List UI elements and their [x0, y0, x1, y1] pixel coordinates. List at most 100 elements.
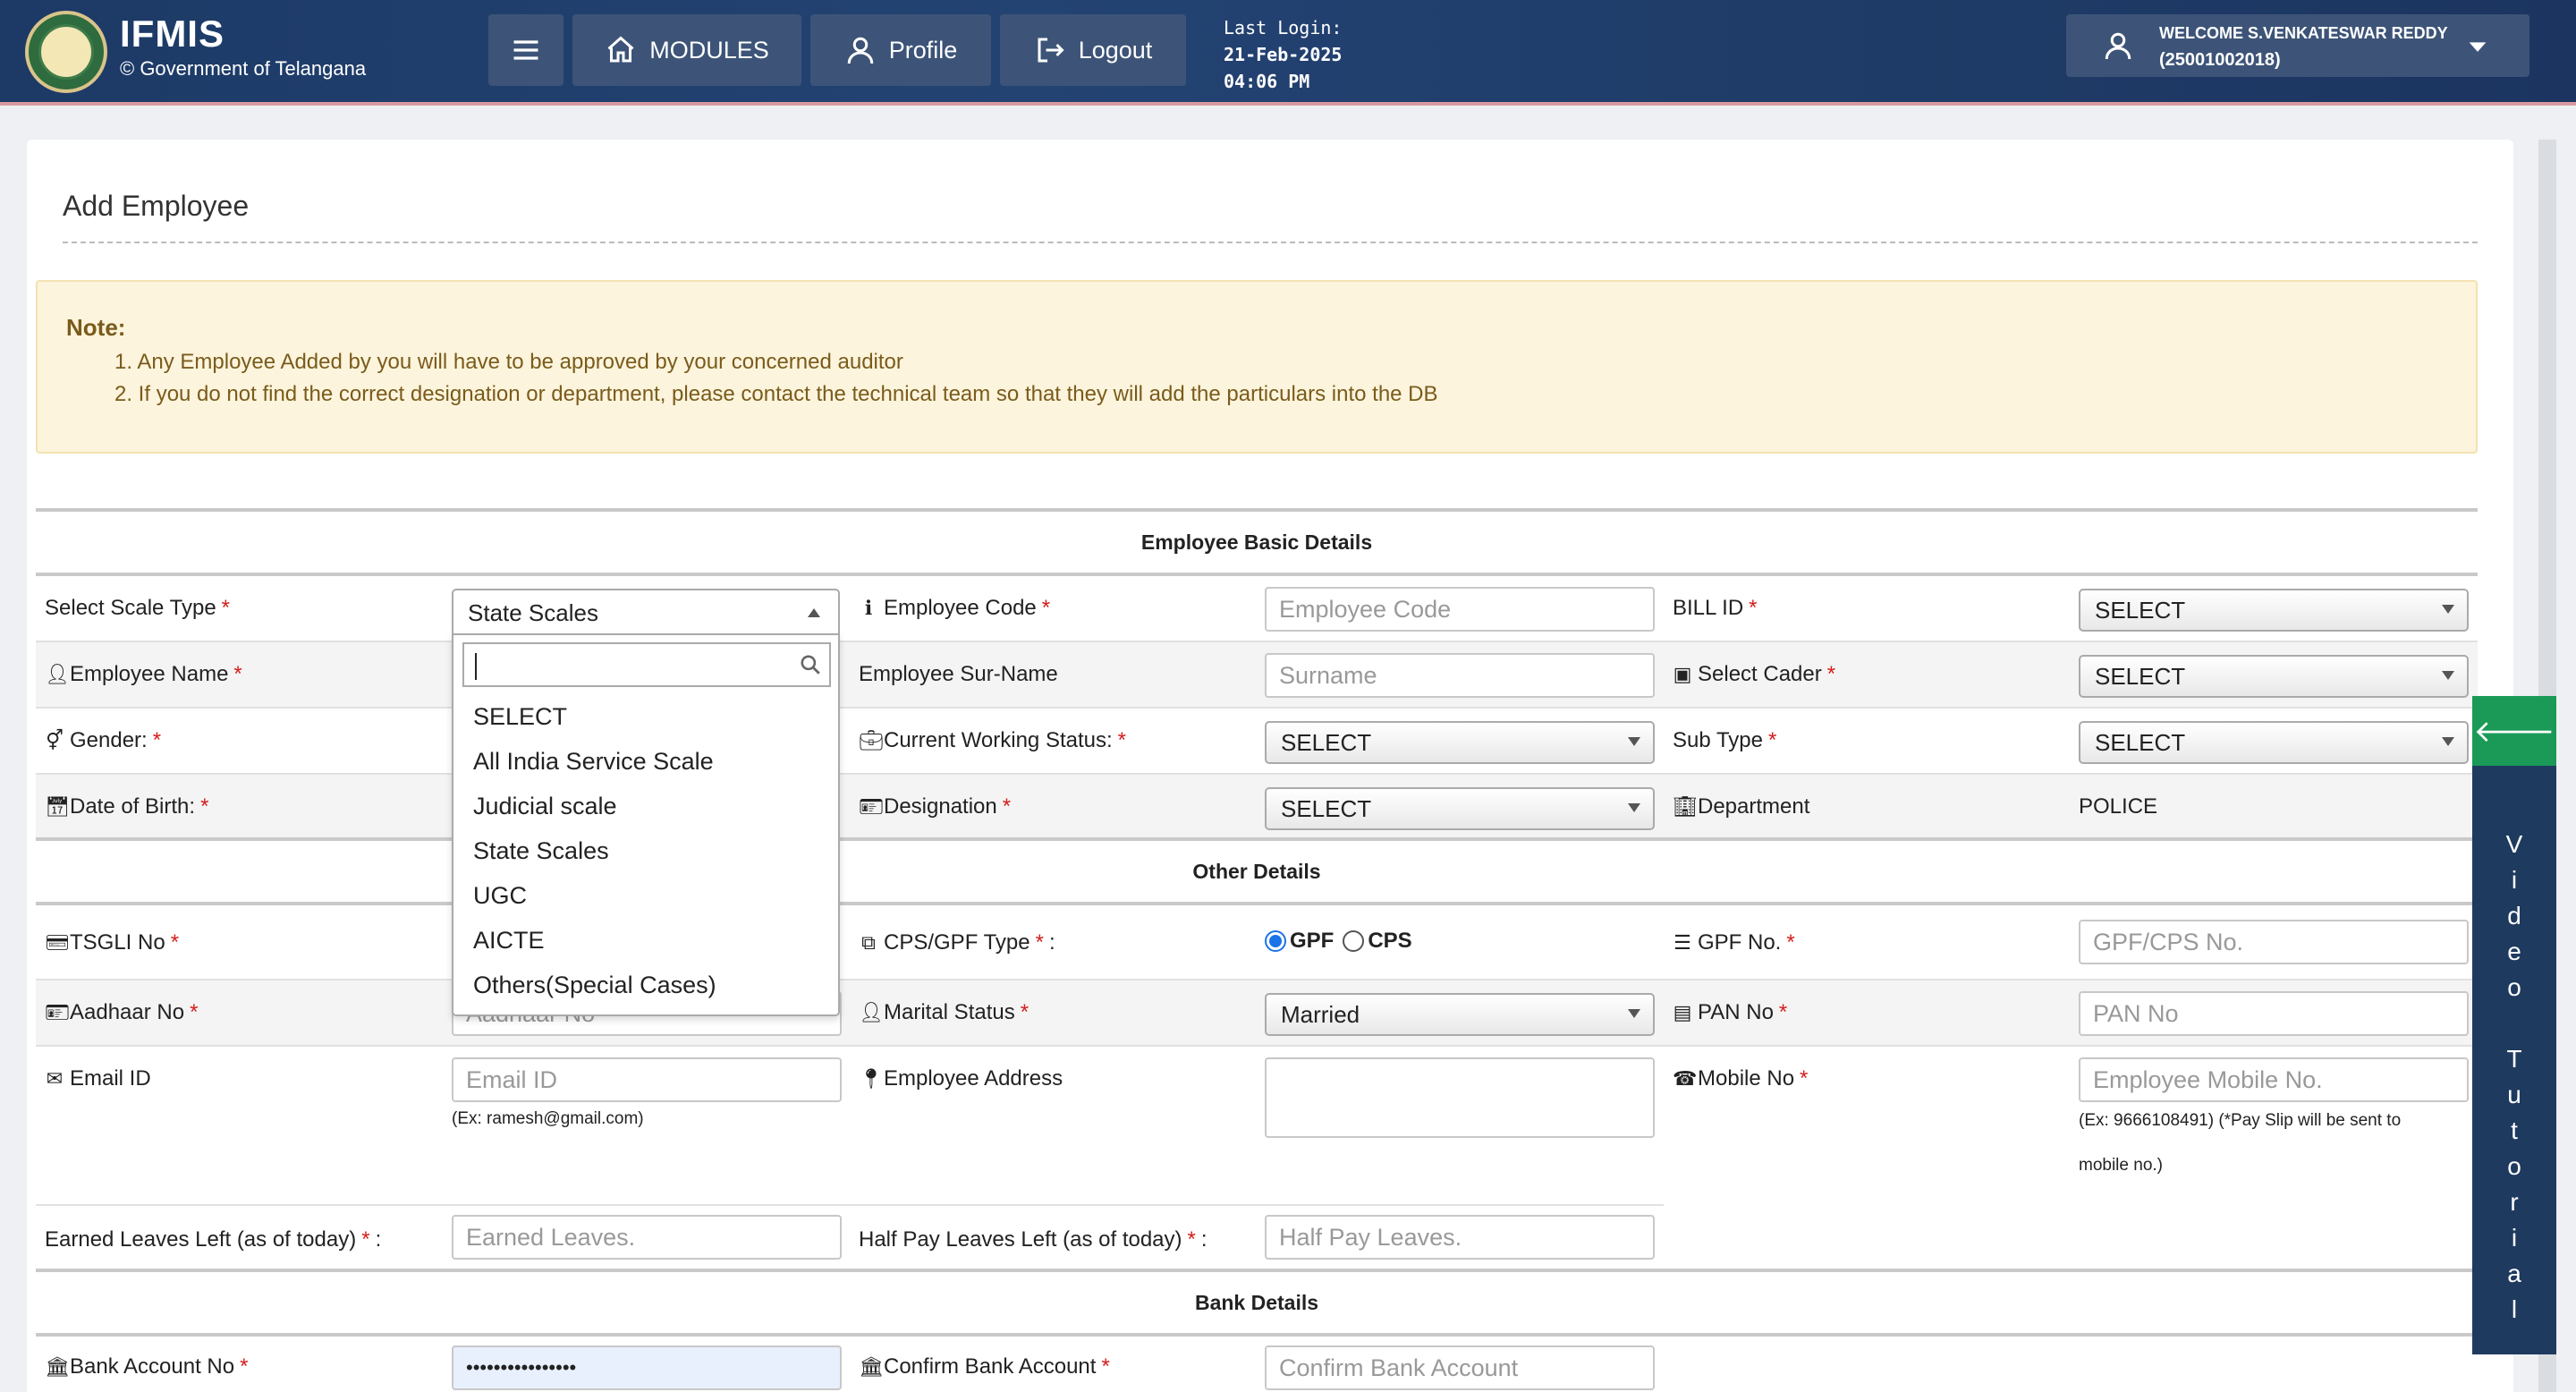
- dropdown-option[interactable]: Others(Special Cases): [473, 972, 716, 999]
- bill-id-label: BILL ID *: [1673, 596, 1758, 620]
- chevron-down-icon: [1628, 803, 1640, 812]
- cps-radio[interactable]: [1343, 930, 1365, 952]
- welcome-text: WELCOME S.VENKATESWAR REDDY: [2159, 24, 2448, 42]
- dropdown-option[interactable]: All India Service Scale: [473, 748, 714, 776]
- bank-account-input[interactable]: ••••••••••••••••: [452, 1345, 842, 1390]
- id-card-icon: 🪪︎: [859, 795, 884, 818]
- modules-button[interactable]: MODULES: [572, 14, 801, 86]
- profile-label: Profile: [888, 36, 958, 64]
- arrow-left-icon[interactable]: 🡐: [2472, 696, 2556, 766]
- form-row: 🏛︎ Bank Account No * •••••••••••••••• 🏛︎ Co…: [36, 1337, 2478, 1392]
- working-status-label: 💼︎ Current Working Status: *: [859, 728, 1126, 752]
- working-status-select[interactable]: SELECT: [1265, 721, 1655, 764]
- page-title: Add Employee: [63, 190, 250, 222]
- form-row: 📅︎ Date of Birth: * 🪪︎ Designation * SELECT …: [36, 775, 2478, 839]
- form-row: 🪪︎Aadhaar No* Aadhaar No 👤︎Marital Statu…: [36, 980, 2478, 1047]
- form-row: ⚥ Gender: * 💼︎ Current Working Status: * SEL…: [36, 709, 2478, 775]
- scale-type-label: Select Scale Type *: [45, 596, 231, 620]
- tsgli-label: 💳︎ TSGLI No *: [45, 930, 180, 955]
- list-icon: ☰: [1674, 931, 1691, 954]
- bank-icon: 🏛︎: [45, 1355, 70, 1378]
- confirm-bank-label: 🏛︎ Confirm Bank Account *: [859, 1354, 1110, 1379]
- employee-code-label: ℹ Employee Code *: [859, 596, 1050, 621]
- dropdown-search-input[interactable]: [462, 642, 831, 687]
- chevron-down-icon: [1628, 1009, 1640, 1018]
- cps-radio-label: CPS: [1368, 929, 1412, 953]
- cps-gpf-type-label: ⧉ CPS/GPF Type *:: [859, 930, 1055, 955]
- earned-leaves-label: Earned Leaves Left (as of today) *:: [45, 1227, 382, 1252]
- map-marker-icon: 📍︎: [859, 1067, 884, 1090]
- mobile-input[interactable]: Employee Mobile No.: [2079, 1057, 2469, 1102]
- calendar-icon: 📅︎: [45, 795, 70, 818]
- section-other-title: Other Details: [1192, 859, 1321, 883]
- chevron-down-icon: [2442, 737, 2454, 746]
- user-menu[interactable]: WELCOME S.VENKATESWAR REDDY (25001002018…: [2066, 14, 2529, 77]
- section-basic-title: Employee Basic Details: [1140, 530, 1373, 554]
- envelope-icon: ✉: [46, 1067, 64, 1090]
- video-tutorial-tab[interactable]: 🡐 Video Tutorial: [2472, 696, 2556, 1354]
- credit-card-icon: 💳︎: [45, 931, 70, 954]
- sub-type-select[interactable]: SELECT: [2079, 721, 2469, 764]
- section-other-details: Other Details: [36, 837, 2478, 905]
- note-heading: Note:: [66, 314, 126, 341]
- cader-select[interactable]: SELECT: [2079, 655, 2469, 698]
- profile-button[interactable]: Profile: [810, 14, 991, 86]
- form-row: Select Scale Type * ℹ Employee Code * Emplo…: [36, 576, 2478, 642]
- dropdown-option[interactable]: UGC: [473, 882, 527, 910]
- dropdown-option[interactable]: State Scales: [473, 837, 609, 865]
- email-input[interactable]: Email ID: [452, 1057, 842, 1102]
- gpf-no-input[interactable]: GPF/CPS No.: [2079, 920, 2469, 964]
- gender-label: ⚥ Gender: *: [46, 728, 162, 752]
- address-textarea[interactable]: [1265, 1057, 1655, 1138]
- last-login-date: 21-Feb-2025: [1224, 44, 1343, 65]
- email-label: ✉ Email ID: [46, 1066, 151, 1091]
- gpf-no-label: ☰ GPF No. *: [1674, 930, 1795, 955]
- marital-status-select[interactable]: Married: [1265, 993, 1655, 1036]
- chevron-up-icon: [808, 608, 820, 617]
- bill-id-select[interactable]: SELECT: [2079, 589, 2469, 632]
- section-bank-details: Bank Details: [36, 1269, 2478, 1337]
- dob-label: 📅︎ Date of Birth: *: [45, 794, 209, 819]
- title-divider: [63, 242, 2478, 243]
- caret-down-icon: [2469, 42, 2487, 52]
- pan-label: ▤ PAN No *: [1673, 1000, 1788, 1024]
- pan-input[interactable]: PAN No: [2079, 991, 2469, 1036]
- logout-button[interactable]: Logout: [1000, 14, 1186, 86]
- last-login-label: Last Login:: [1224, 17, 1343, 38]
- section-bank-title: Bank Details: [1194, 1290, 1319, 1314]
- brand: IFMIS © Government of Telangana: [120, 13, 366, 81]
- org-name: © Government of Telangana: [120, 57, 367, 80]
- home-icon: [607, 36, 634, 63]
- copy-icon: ⧉: [861, 931, 876, 954]
- building-icon: 🏢︎: [1673, 795, 1698, 818]
- form-row: 💳︎ TSGLI No * ⧉ CPS/GPF Type *: GPF CPS ☰ GPF…: [36, 905, 2478, 980]
- marital-status-label: 👤︎ Marital Status *: [859, 1000, 1030, 1024]
- dropdown-option[interactable]: AICTE: [473, 927, 545, 955]
- earned-leaves-input[interactable]: Earned Leaves.: [452, 1215, 842, 1260]
- mobile-help-1: (Ex: 9666108491) (*Pay Slip will be sent…: [2079, 1111, 2402, 1130]
- dropdown-option[interactable]: Judicial scale: [473, 793, 617, 820]
- scale-type-select[interactable]: State Scales: [452, 589, 840, 635]
- form-row: 👤︎ Employee Name * Employee Sur-Name Surna…: [36, 642, 2478, 709]
- department-label: 🏢︎ Department: [1673, 794, 1810, 819]
- half-pay-leaves-input[interactable]: Half Pay Leaves.: [1265, 1215, 1655, 1260]
- note-line-1: 1. Any Employee Added by you will have t…: [114, 350, 903, 374]
- user-icon: [2105, 32, 2131, 60]
- sub-type-label: Sub Type *: [1673, 728, 1777, 752]
- note-line-2: 2. If you do not find the correct design…: [114, 382, 1438, 406]
- employee-code-input[interactable]: Employee Code: [1265, 587, 1655, 632]
- section-basic-details: Employee Basic Details: [36, 508, 2478, 576]
- confirm-bank-input[interactable]: Confirm Bank Account: [1265, 1345, 1655, 1390]
- dropdown-option[interactable]: SELECT: [473, 703, 567, 731]
- designation-select[interactable]: SELECT: [1265, 787, 1655, 830]
- id-badge-icon: ▣: [1673, 663, 1692, 685]
- scale-type-dropdown: SELECT All India Service Scale Judicial …: [452, 633, 840, 1016]
- surname-input[interactable]: Surname: [1265, 653, 1655, 698]
- menu-toggle-button[interactable]: [488, 14, 564, 86]
- logout-label: Logout: [1078, 36, 1153, 64]
- chevron-down-icon: [1628, 737, 1640, 746]
- bank-account-label: 🏛︎ Bank Account No *: [45, 1354, 249, 1379]
- gpf-radio[interactable]: [1265, 930, 1286, 952]
- user-icon: [847, 37, 873, 64]
- chevron-down-icon: [2442, 671, 2454, 680]
